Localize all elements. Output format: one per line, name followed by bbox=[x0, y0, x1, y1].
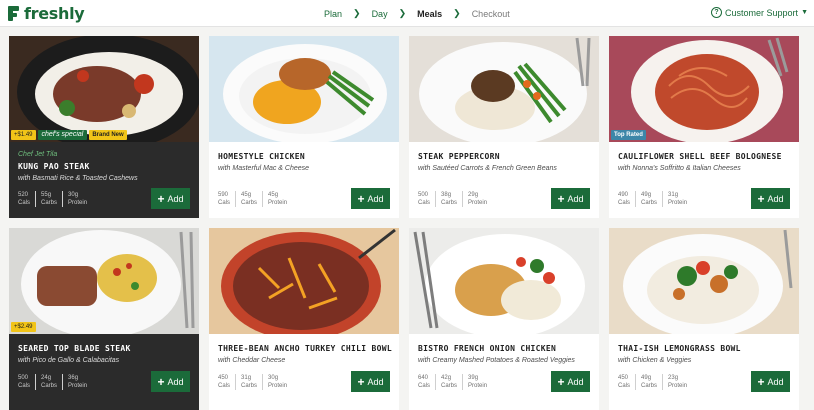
meal-subtitle: with Masterful Mac & Cheese bbox=[218, 165, 310, 172]
meal-subtitle: with Pico de Gallo & Calabacitas bbox=[18, 357, 120, 364]
meal-title[interactable]: THREE-BEAN ANCHO TURKEY CHILI BOWL bbox=[218, 344, 392, 353]
plus-icon: + bbox=[757, 191, 765, 206]
meal-photo: Top Rated bbox=[609, 36, 799, 142]
meal-photo bbox=[209, 36, 399, 142]
plus-icon: + bbox=[157, 374, 165, 389]
add-meal-button[interactable]: + Add bbox=[751, 371, 790, 392]
brand-name: freshly bbox=[24, 4, 85, 23]
meal-subtitle: with Chicken & Veggies bbox=[618, 357, 692, 364]
meal-title[interactable]: KUNG PAO STEAK bbox=[18, 162, 90, 171]
top-navigation-bar: freshly Plan ❯ Day ❯ Meals ❯ Checkout ? … bbox=[0, 0, 814, 27]
meal-title[interactable]: THAI-ISH LEMONGRASS BOWL bbox=[618, 344, 741, 353]
meal-card[interactable]: THAI-ISH LEMONGRASS BOWL with Chicken & … bbox=[609, 228, 799, 410]
meal-photo bbox=[409, 36, 599, 142]
add-meal-button[interactable]: + Add bbox=[751, 188, 790, 209]
plus-icon: + bbox=[557, 374, 565, 389]
meal-title[interactable]: BISTRO FRENCH ONION CHICKEN bbox=[418, 344, 556, 353]
meal-card[interactable]: Top Rated CAULIFLOWER SHELL BEEF BOLOGNE… bbox=[609, 36, 799, 218]
meal-badges: Top Rated bbox=[611, 130, 646, 140]
meal-photo: +$2.49 bbox=[9, 228, 199, 334]
meal-photo bbox=[209, 228, 399, 334]
meal-subtitle: with Creamy Mashed Potatoes & Roasted Ve… bbox=[418, 357, 575, 364]
meal-card[interactable]: BISTRO FRENCH ONION CHICKEN with Creamy … bbox=[409, 228, 599, 410]
chevron-right-icon: ❯ bbox=[353, 8, 361, 18]
add-meal-button[interactable]: + Add bbox=[551, 188, 590, 209]
add-meal-button[interactable]: + Add bbox=[151, 371, 190, 392]
nutrition-info: 450 Cals 49g Carbs 23g Protein bbox=[618, 374, 688, 390]
add-meal-button[interactable]: + Add bbox=[351, 371, 390, 392]
meal-title[interactable]: HOMESTYLE CHICKEN bbox=[218, 152, 305, 161]
meal-title[interactable]: SEARED TOP BLADE STEAK bbox=[18, 344, 131, 353]
nutrition-info: 640 Cals 42g Carbs 39g Protein bbox=[418, 374, 488, 390]
special-badge: chef's special bbox=[37, 130, 88, 140]
step-plan[interactable]: Plan bbox=[324, 9, 342, 19]
meal-badges: +$1.49 chef's special Brand New bbox=[11, 130, 127, 140]
meal-photo bbox=[609, 228, 799, 334]
plus-icon: + bbox=[557, 191, 565, 206]
top-rated-badge: Top Rated bbox=[611, 130, 646, 140]
meal-title[interactable]: CAULIFLOWER SHELL BEEF BOLOGNESE bbox=[618, 152, 782, 161]
add-meal-button[interactable]: + Add bbox=[151, 188, 190, 209]
add-meal-button[interactable]: + Add bbox=[351, 188, 390, 209]
meal-photo bbox=[409, 228, 599, 334]
nutrition-info: 500 Cals 38g Carbs 29g Protein bbox=[418, 191, 488, 207]
customer-support-label: Customer Support bbox=[725, 7, 799, 18]
plus-icon: + bbox=[357, 374, 365, 389]
meal-subtitle: with Nonna's Soffritto & Italian Cheeses bbox=[618, 165, 741, 172]
plus-icon: + bbox=[157, 191, 165, 206]
meal-photo: +$1.49 chef's special Brand New bbox=[9, 36, 199, 142]
step-meals[interactable]: Meals bbox=[417, 9, 442, 19]
new-badge: Brand New bbox=[89, 130, 127, 140]
freshly-logo-icon bbox=[7, 5, 20, 22]
plus-icon: + bbox=[757, 374, 765, 389]
meal-card[interactable]: THREE-BEAN ANCHO TURKEY CHILI BOWL with … bbox=[209, 228, 399, 410]
chevron-down-icon: ▼ bbox=[801, 9, 808, 16]
plus-icon: + bbox=[357, 191, 365, 206]
meal-subtitle: with Basmati Rice & Toasted Cashews bbox=[18, 175, 138, 182]
meal-card[interactable]: HOMESTYLE CHICKEN with Masterful Mac & C… bbox=[209, 36, 399, 218]
nutrition-info: 590 Cals 45g Carbs 45g Protein bbox=[218, 191, 288, 207]
nutrition-info: 500 Cals 24g Carbs 36g Protein bbox=[18, 374, 88, 390]
price-badge: +$2.49 bbox=[11, 322, 36, 332]
chevron-right-icon: ❯ bbox=[398, 8, 407, 18]
step-checkout[interactable]: Checkout bbox=[472, 9, 510, 19]
nutrition-info: 450 Cals 31g Carbs 30g Protein bbox=[218, 374, 288, 390]
nutrition-info: 520 Cals 55g Carbs 30g Protein bbox=[18, 191, 88, 207]
meal-card[interactable]: STEAK PEPPERCORN with Sautéed Carrots & … bbox=[409, 36, 599, 218]
meal-card[interactable]: +$1.49 chef's special Brand New Chef Jet… bbox=[9, 36, 199, 218]
price-badge: +$1.49 bbox=[11, 130, 36, 140]
meal-badges: +$2.49 bbox=[11, 322, 36, 332]
checkout-steps: Plan ❯ Day ❯ Meals ❯ Checkout bbox=[324, 8, 510, 19]
freshly-logo[interactable]: freshly bbox=[7, 4, 85, 23]
meal-card[interactable]: +$2.49 SEARED TOP BLADE STEAK with Pico … bbox=[9, 228, 199, 410]
meal-subtitle: with Sautéed Carrots & French Green Bean… bbox=[418, 165, 557, 172]
meal-subtitle: with Cheddar Cheese bbox=[218, 357, 286, 364]
chef-name: Chef Jet Tila bbox=[18, 151, 58, 158]
step-day[interactable]: Day bbox=[372, 9, 388, 19]
meal-title[interactable]: STEAK PEPPERCORN bbox=[418, 152, 500, 161]
chevron-right-icon: ❯ bbox=[453, 8, 461, 18]
add-meal-button[interactable]: + Add bbox=[551, 371, 590, 392]
nutrition-info: 490 Cals 49g Carbs 31g Protein bbox=[618, 191, 688, 207]
help-circle-icon: ? bbox=[711, 7, 723, 18]
customer-support-link[interactable]: ? Customer Support ▼ bbox=[711, 7, 808, 18]
